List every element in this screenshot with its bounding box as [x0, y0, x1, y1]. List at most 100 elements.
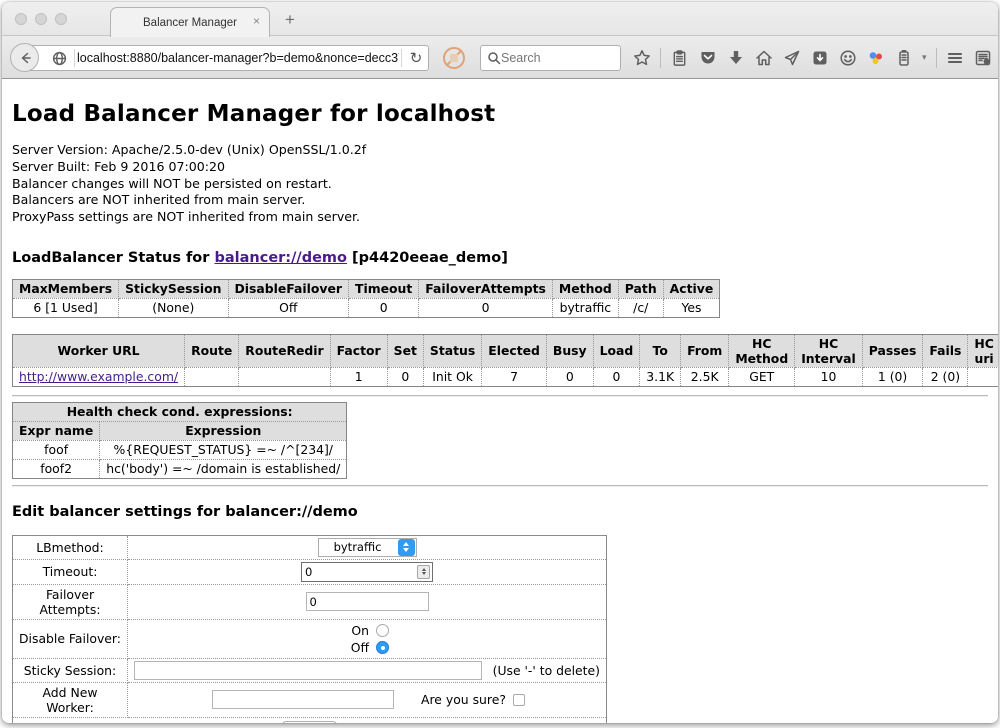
navigation-toolbar: ↻ [2, 36, 998, 79]
status-heading-suffix: [p4420eeae_demo] [347, 250, 508, 266]
add-worker-input[interactable] [212, 690, 394, 709]
disable-failover-label: Disable Failover: [13, 619, 128, 658]
column-header: DisableFailover [228, 279, 349, 298]
new-tab-button[interactable]: + [285, 10, 295, 30]
table-row: 6 [1 Used] (None) Off 0 0 bytraffic /c/ … [13, 298, 720, 317]
window-controls [15, 13, 67, 25]
globe-icon [52, 51, 67, 66]
column-header: Load [593, 334, 640, 367]
cell-hc-method: GET [729, 367, 795, 386]
tab-close-icon[interactable]: × [253, 14, 260, 28]
select-arrows-icon [398, 539, 415, 556]
edit-settings-heading: Edit balancer settings for balancer://de… [12, 504, 988, 520]
table-row: foof %{REQUEST_STATUS} =~ /^[234]/ [13, 440, 347, 459]
search-bar[interactable] [480, 45, 621, 71]
cell-active: Yes [663, 298, 720, 317]
cell-elected: 7 [482, 367, 547, 386]
pocket-icon[interactable] [698, 49, 717, 68]
cell-hc-interval: 10 [795, 367, 863, 386]
column-header: Expression [100, 421, 347, 440]
column-header: Timeout [349, 279, 419, 298]
sticky-session-input[interactable] [134, 661, 482, 680]
failover-off-radio[interactable] [376, 641, 389, 654]
column-header: Status [423, 334, 481, 367]
address-input[interactable] [77, 51, 399, 65]
column-header: Factor [330, 334, 387, 367]
server-built-line: Server Built: Feb 9 2016 07:00:20 [12, 159, 988, 176]
number-stepper-icon[interactable] [417, 565, 430, 579]
close-window-button[interactable] [15, 13, 27, 25]
plugin-blocked-icon[interactable] [443, 47, 465, 69]
failover-off-option: Off [132, 639, 602, 656]
reading-list-icon[interactable] [670, 49, 689, 68]
column-header: HC uri [968, 334, 998, 367]
downloads-icon[interactable] [726, 49, 745, 68]
reload-icon[interactable]: ↻ [404, 46, 428, 70]
cell-passes: 1 (0) [862, 367, 923, 386]
lbmethod-label: LBmethod: [13, 535, 128, 559]
sidebar-battery-icon[interactable] [894, 49, 913, 68]
are-you-sure-checkbox[interactable] [513, 694, 525, 706]
failover-on-option: On [132, 622, 602, 639]
balancer-settings-form: LBmethod: bytraffic Timeout: [12, 535, 607, 723]
table-header-row: Worker URL Route RouteRedir Factor Set S… [13, 334, 999, 367]
page-content: Load Balancer Manager for localhost Serv… [2, 80, 998, 723]
tab-bar: Balancer Manager × + [2, 2, 998, 36]
bookmark-star-icon[interactable] [632, 49, 651, 68]
status-heading-prefix: LoadBalancer Status for [12, 250, 214, 266]
worker-url-link[interactable]: http://www.example.com/ [19, 369, 178, 384]
chevron-down-icon[interactable]: ▾ [922, 53, 927, 63]
submit-button[interactable]: Submit [282, 721, 336, 723]
cell-hc-uri [968, 367, 998, 386]
form-row-lbmethod: LBmethod: bytraffic [13, 535, 607, 559]
back-button[interactable] [10, 43, 39, 72]
toolbar-icons: ▾ [632, 48, 993, 68]
worker-table: Worker URL Route RouteRedir Factor Set S… [12, 334, 998, 387]
lbmethod-select[interactable]: bytraffic [318, 538, 417, 557]
url-bar[interactable]: ↻ [25, 45, 429, 71]
cell-failoverattempts: 0 [419, 298, 553, 317]
send-tab-icon[interactable] [782, 49, 801, 68]
search-input[interactable] [501, 51, 614, 65]
column-header: Busy [546, 334, 593, 367]
chat-smiley-icon[interactable] [838, 49, 857, 68]
cell-from: 2.5K [681, 367, 729, 386]
server-info: Server Version: Apache/2.5.0-dev (Unix) … [12, 142, 988, 226]
zoom-window-button[interactable] [55, 13, 67, 25]
column-header: Elected [482, 334, 547, 367]
column-header: StickySession [119, 279, 228, 298]
menu-hamburger-icon[interactable] [946, 49, 965, 68]
cell-disablefailover: Off [228, 298, 349, 317]
balancer-demo-link[interactable]: balancer://demo [214, 250, 347, 266]
column-header: Expr name [13, 421, 100, 440]
cell-expr-name: foof2 [13, 459, 100, 478]
form-row-submit: Submit [13, 717, 607, 723]
color-dots-icon[interactable] [866, 49, 885, 68]
failover-on-radio[interactable] [376, 624, 389, 637]
minimize-window-button[interactable] [35, 13, 47, 25]
sticky-session-label: Sticky Session: [13, 658, 128, 682]
save-to-device-icon[interactable] [810, 49, 829, 68]
column-header: Set [387, 334, 423, 367]
extension-grid-icon[interactable] [974, 49, 993, 68]
tab-balancer-manager[interactable]: Balancer Manager × [110, 7, 270, 37]
persist-note-line: Balancer changes will NOT be persisted o… [12, 176, 988, 193]
cell-set: 0 [387, 367, 423, 386]
cell-maxmembers: 6 [1 Used] [13, 298, 119, 317]
column-header: Method [552, 279, 618, 298]
search-icon [487, 51, 501, 65]
table-caption-row: Health check cond. expressions: [13, 402, 347, 421]
sticky-session-hint: (Use '-' to delete) [493, 663, 602, 678]
lbmethod-selected-value: bytraffic [319, 540, 397, 554]
table-header-row: Expr name Expression [13, 421, 347, 440]
cell-routeredir [239, 367, 330, 386]
cell-stickysession: (None) [119, 298, 228, 317]
failover-attempts-input[interactable] [306, 592, 429, 611]
failover-attempts-label: Failover Attempts: [13, 584, 128, 619]
timeout-input[interactable] [302, 565, 417, 579]
cell-busy: 0 [546, 367, 593, 386]
loadbalancer-status-heading: LoadBalancer Status for balancer://demo … [12, 250, 988, 266]
home-icon[interactable] [754, 49, 773, 68]
table-row: foof2 hc('body') =~ /domain is establish… [13, 459, 347, 478]
urlbar-divider [74, 49, 75, 67]
